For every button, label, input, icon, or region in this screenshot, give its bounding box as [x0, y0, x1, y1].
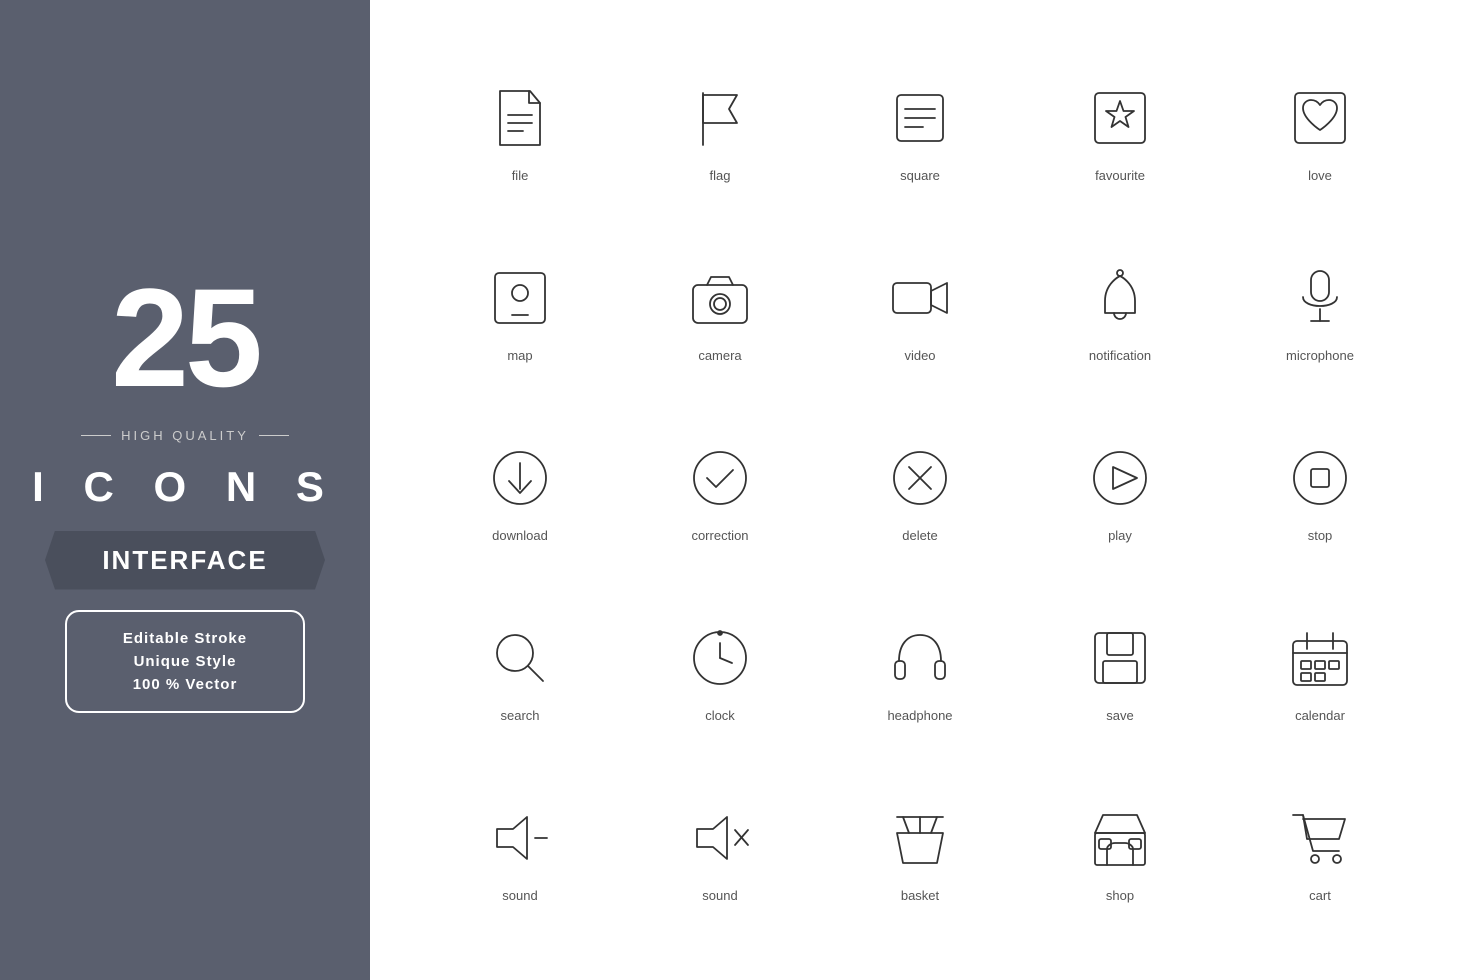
icon-cell-sound-minus: sound — [420, 760, 620, 940]
icon-cell-clock: clock — [620, 580, 820, 760]
main-container: 25 HIGH QUALITY I C O N S INTERFACE Edit… — [0, 0, 1470, 980]
icon-cell-correction: correction — [620, 400, 820, 580]
dash-left — [81, 435, 111, 436]
icon-cell-shop: shop — [1020, 760, 1220, 940]
download-icon — [480, 438, 560, 518]
flag-icon — [680, 78, 760, 158]
icon-cell-camera: camera — [620, 220, 820, 400]
icon-cell-video: video — [820, 220, 1020, 400]
headphone-icon — [880, 618, 960, 698]
icon-cell-microphone: microphone — [1220, 220, 1420, 400]
file-icon — [480, 78, 560, 158]
feature-vector: 100 % Vector — [97, 676, 273, 693]
flag-label: flag — [710, 168, 731, 183]
basket-icon — [880, 798, 960, 878]
icon-cell-sound-mute: sound — [620, 760, 820, 940]
basket-label: basket — [901, 888, 939, 903]
icon-cell-delete: delete — [820, 400, 1020, 580]
correction-label: correction — [691, 528, 748, 543]
favourite-icon — [1080, 78, 1160, 158]
video-icon — [880, 258, 960, 338]
love-icon — [1280, 78, 1360, 158]
right-panel: file flag — [370, 0, 1470, 980]
search-label: search — [500, 708, 539, 723]
sound-minus-label: sound — [502, 888, 537, 903]
save-icon — [1080, 618, 1160, 698]
icon-cell-stop: stop — [1220, 400, 1420, 580]
icon-cell-basket: basket — [820, 760, 1020, 940]
feature-style: Unique Style — [97, 653, 273, 670]
save-label: save — [1106, 708, 1133, 723]
headphone-label: headphone — [887, 708, 952, 723]
icon-cell-map: map — [420, 220, 620, 400]
number-display: 25 — [111, 268, 259, 408]
icon-cell-cart: cart — [1220, 760, 1420, 940]
clock-label: clock — [705, 708, 735, 723]
icon-cell-file: file — [420, 40, 620, 220]
icon-cell-calendar: calendar — [1220, 580, 1420, 760]
icon-cell-square: square — [820, 40, 1020, 220]
sound-mute-label: sound — [702, 888, 737, 903]
video-label: video — [904, 348, 935, 363]
shop-icon — [1080, 798, 1160, 878]
icons-grid: file flag — [420, 40, 1420, 940]
square-icon — [880, 78, 960, 158]
interface-banner: INTERFACE — [45, 531, 325, 590]
calendar-label: calendar — [1295, 708, 1345, 723]
icon-cell-love: love — [1220, 40, 1420, 220]
icon-cell-flag: flag — [620, 40, 820, 220]
search-icon — [480, 618, 560, 698]
sound-minus-icon — [480, 798, 560, 878]
icon-cell-headphone: headphone — [820, 580, 1020, 760]
delete-label: delete — [902, 528, 937, 543]
hq-label: HIGH QUALITY — [121, 428, 249, 443]
correction-icon — [680, 438, 760, 518]
icon-cell-play: play — [1020, 400, 1220, 580]
clock-icon — [680, 618, 760, 698]
icon-cell-search: search — [420, 580, 620, 760]
stop-label: stop — [1308, 528, 1333, 543]
icon-cell-favourite: favourite — [1020, 40, 1220, 220]
icon-cell-notification: notification — [1020, 220, 1220, 400]
notification-label: notification — [1089, 348, 1151, 363]
notification-icon — [1080, 258, 1160, 338]
cart-icon — [1280, 798, 1360, 878]
delete-icon — [880, 438, 960, 518]
favourite-label: favourite — [1095, 168, 1145, 183]
sound-mute-icon — [680, 798, 760, 878]
play-label: play — [1108, 528, 1132, 543]
shop-label: shop — [1106, 888, 1134, 903]
left-panel: 25 HIGH QUALITY I C O N S INTERFACE Edit… — [0, 0, 370, 980]
file-label: file — [512, 168, 529, 183]
square-label: square — [900, 168, 940, 183]
dash-right — [259, 435, 289, 436]
map-label: map — [507, 348, 532, 363]
hq-line: HIGH QUALITY — [81, 428, 289, 443]
cart-label: cart — [1309, 888, 1331, 903]
camera-label: camera — [698, 348, 741, 363]
microphone-icon — [1280, 258, 1360, 338]
icon-cell-download: download — [420, 400, 620, 580]
microphone-label: microphone — [1286, 348, 1354, 363]
feature-stroke: Editable Stroke — [97, 630, 273, 647]
icon-cell-save: save — [1020, 580, 1220, 760]
calendar-icon — [1280, 618, 1360, 698]
stop-icon — [1280, 438, 1360, 518]
download-label: download — [492, 528, 548, 543]
play-icon — [1080, 438, 1160, 518]
map-icon — [480, 258, 560, 338]
features-box: Editable Stroke Unique Style 100 % Vecto… — [65, 610, 305, 713]
icons-title: I C O N S — [32, 463, 338, 511]
love-label: love — [1308, 168, 1332, 183]
camera-icon — [680, 258, 760, 338]
